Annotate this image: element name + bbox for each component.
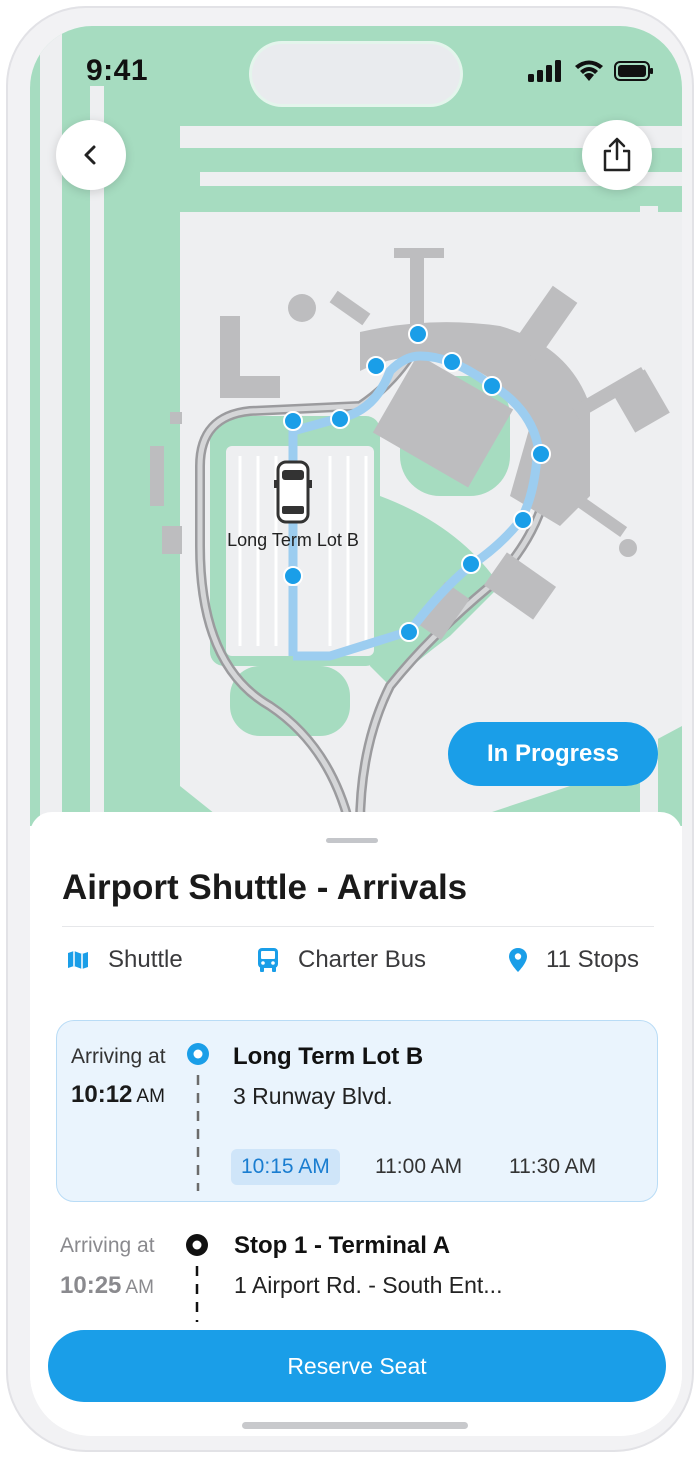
bus-icon xyxy=(258,948,278,972)
arriving-label: Arriving at xyxy=(71,1045,166,1068)
status-icons xyxy=(528,60,654,82)
meta-label: Charter Bus xyxy=(298,946,427,973)
meta-label: 11 Stops xyxy=(546,946,639,973)
timeline-indicator xyxy=(187,1043,209,1191)
home-indicator[interactable] xyxy=(242,1422,468,1429)
status-badge: In Progress xyxy=(448,722,658,786)
chevron-left-icon xyxy=(84,145,96,165)
stop-card-selected[interactable]: Arriving at 10:12 AM Long Term Lot B 3 Ru… xyxy=(56,1020,658,1202)
reserve-seat-button[interactable]: Reserve Seat xyxy=(48,1330,666,1402)
meta-label: Shuttle xyxy=(108,946,183,973)
phone-frame: Long Term Lot B 9:41 In Progress Airport… xyxy=(6,6,694,1452)
meta-charter-bus: Charter Bus xyxy=(256,946,426,974)
map-icon xyxy=(68,951,88,969)
signal-icon xyxy=(528,60,561,82)
stop-row[interactable]: Arriving at 10:25 AM Stop 1 - Terminal A … xyxy=(56,1212,656,1322)
wifi-icon xyxy=(575,60,603,81)
divider xyxy=(62,926,654,927)
shuttle-vehicle-icon xyxy=(274,460,312,524)
departure-chip[interactable]: 11:00 AM xyxy=(365,1149,472,1185)
timeline-indicator xyxy=(186,1234,208,1322)
stop-name: Long Term Lot B xyxy=(233,1043,424,1070)
status-time: 9:41 xyxy=(86,54,149,87)
sheet-grabber[interactable] xyxy=(326,838,378,843)
stop-address: 3 Runway Blvd. xyxy=(233,1083,393,1109)
stop-name: Stop 1 - Terminal A xyxy=(234,1232,451,1259)
bottom-sheet: Airport Shuttle - Arrivals Shuttle Chart… xyxy=(30,812,682,1436)
share-icon xyxy=(603,137,631,172)
meta-stops: 11 Stops xyxy=(508,946,639,974)
departure-chip-selected[interactable]: 10:15 AM xyxy=(231,1149,340,1185)
route-title: Airport Shuttle - Arrivals xyxy=(62,868,468,907)
stop-address: 1 Airport Rd. - South Ent... xyxy=(234,1272,503,1298)
back-button[interactable] xyxy=(56,120,126,190)
location-pin-icon xyxy=(509,948,527,972)
departure-chip[interactable]: 11:30 AM xyxy=(499,1149,606,1185)
dynamic-island xyxy=(252,44,460,104)
arrival-time: 10:12 AM xyxy=(71,1081,165,1108)
share-button[interactable] xyxy=(582,120,652,190)
battery-icon xyxy=(614,61,653,81)
lot-label: Long Term Lot B xyxy=(227,530,359,550)
arriving-label: Arriving at xyxy=(60,1234,155,1257)
screen: Long Term Lot B 9:41 In Progress Airport… xyxy=(30,26,682,1436)
arrival-time: 10:25 AM xyxy=(60,1272,154,1299)
meta-shuttle: Shuttle xyxy=(66,946,183,974)
